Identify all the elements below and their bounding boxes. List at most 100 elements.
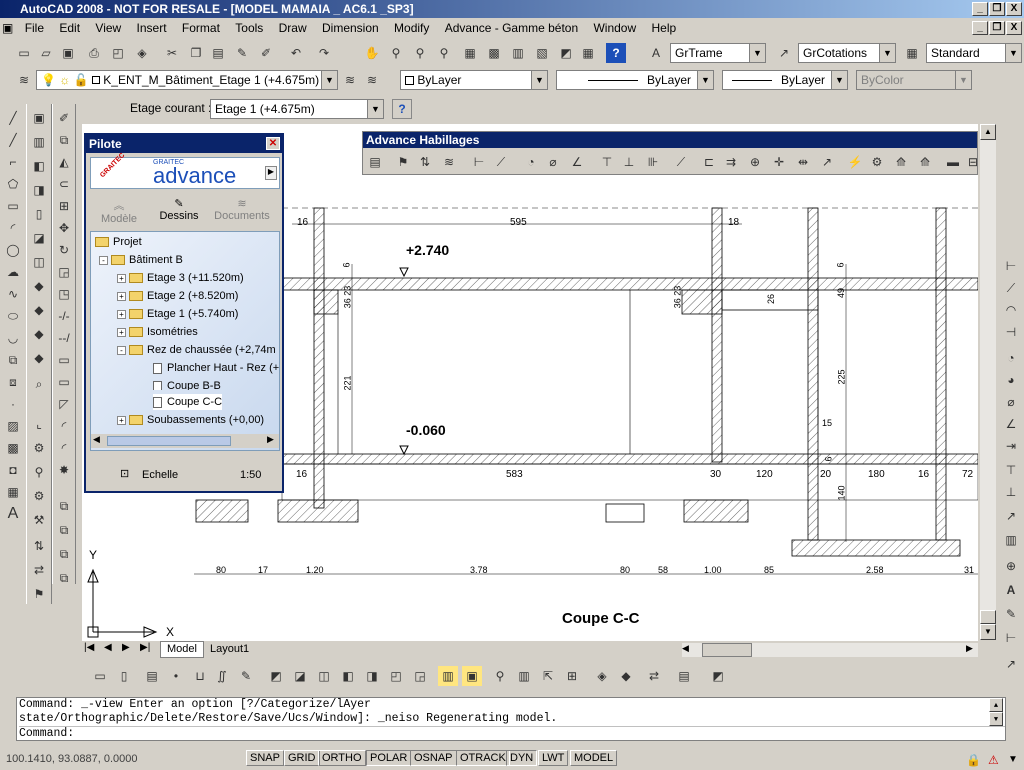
grid-tool-icon[interactable]: ▣ xyxy=(462,666,482,686)
habillage-tool-icon[interactable]: ⚑ xyxy=(393,152,413,172)
view-tool-icon[interactable]: ◫ xyxy=(314,666,334,686)
copy-object-icon[interactable]: ⧉ xyxy=(54,130,74,150)
habillage-tool-icon[interactable]: ⊏ xyxy=(699,152,719,172)
fillet-icon[interactable]: ◜ xyxy=(54,416,74,436)
publish-icon[interactable]: ◈ xyxy=(132,43,152,63)
habillage-tool-icon[interactable]: ◔ xyxy=(521,152,541,172)
advance-slab-icon[interactable]: ◧ xyxy=(29,156,49,176)
move-icon[interactable]: ✥ xyxy=(54,218,74,238)
view-tool-icon[interactable]: ◰ xyxy=(386,666,406,686)
point-icon[interactable]: · xyxy=(3,394,23,414)
binoculars-icon[interactable]: ⌕ xyxy=(29,374,49,394)
view-tool-icon[interactable]: ◩ xyxy=(266,666,286,686)
join-icon[interactable]: ▭ xyxy=(54,372,74,392)
text-style-select[interactable]: GrTrame ▼ xyxy=(670,43,766,63)
view-tool-icon[interactable]: ◨ xyxy=(362,666,382,686)
cut-icon[interactable]: ✂ xyxy=(162,43,182,63)
trim-icon[interactable]: -/- xyxy=(54,306,74,326)
tool-icon[interactable]: ◩ xyxy=(708,666,728,686)
baseline-icon[interactable]: ⊤ xyxy=(1001,460,1021,480)
table-style-select[interactable]: Standard ▼ xyxy=(926,43,1022,63)
canvas-horizontal-scrollbar[interactable]: ◀ ▶ xyxy=(682,643,978,657)
insert-block-icon[interactable]: ⧉ xyxy=(3,350,23,370)
tree-item[interactable]: Plancher Haut - Rez (+ xyxy=(153,360,279,376)
tree-item[interactable]: Coupe B-B xyxy=(153,378,221,390)
undo-icon[interactable]: ↶ xyxy=(286,43,306,63)
habillage-tool-icon[interactable]: ⚙ xyxy=(867,152,887,172)
ellipse-icon[interactable]: ⬭ xyxy=(3,306,23,326)
toggle-dyn[interactable]: DYN xyxy=(506,750,538,766)
menu-window[interactable]: Window xyxy=(587,18,642,38)
habillage-tool-icon[interactable]: ↗ xyxy=(817,152,837,172)
scroll-left-icon[interactable]: ◀ xyxy=(93,434,100,445)
tool-icon[interactable]: ⊞ xyxy=(562,666,582,686)
gradient-icon[interactable]: ▩ xyxy=(3,438,23,458)
command-window[interactable]: Command: _-view Enter an option [?/Categ… xyxy=(16,697,1006,741)
habillage-tool-icon[interactable]: ≋ xyxy=(439,152,459,172)
grid-tool-icon[interactable]: ▥ xyxy=(438,666,458,686)
habillage-tool-icon[interactable]: ⊤ xyxy=(597,152,617,172)
tool-icon[interactable]: ◈ xyxy=(592,666,612,686)
tree-item[interactable]: + Soubassements (+0,00) xyxy=(117,412,264,428)
command-input[interactable]: Command: xyxy=(19,726,1005,741)
linetype-select[interactable]: ByLayer ▼ xyxy=(556,70,714,90)
pan-icon[interactable]: ✋ xyxy=(362,43,382,63)
paste-icon[interactable]: ▤ xyxy=(208,43,228,63)
circle-icon[interactable]: ◯ xyxy=(3,240,23,260)
habillage-tool-icon[interactable]: ⇅ xyxy=(415,152,435,172)
tool-icon[interactable]: ⇄ xyxy=(644,666,664,686)
search-icon[interactable]: ⚲ xyxy=(29,462,49,482)
chamfer-icon[interactable]: ◸ xyxy=(54,394,74,414)
bring-front-icon[interactable]: ⧉ xyxy=(54,520,74,540)
rectangle-icon[interactable]: ▭ xyxy=(3,196,23,216)
jogged-icon[interactable]: ◕ xyxy=(1001,370,1021,390)
zoom-realtime-icon[interactable]: ⚲ xyxy=(386,43,406,63)
tab-dessins[interactable]: ✎ Dessins xyxy=(154,197,204,222)
tool-icon[interactable]: ⇱ xyxy=(538,666,558,686)
arc-length-icon[interactable]: ◠ xyxy=(1001,300,1021,320)
beam-tool-icon[interactable]: ∬ xyxy=(212,666,232,686)
tab-modele[interactable]: ︽ Modèle xyxy=(96,197,142,225)
habillage-tool-icon[interactable]: ⊢ xyxy=(469,152,489,172)
habillage-tool-icon[interactable]: ⟰ xyxy=(891,152,911,172)
close-icon[interactable]: ✕ xyxy=(266,137,280,150)
restore-button[interactable]: ❐ xyxy=(989,2,1005,16)
habillage-tool-icon[interactable]: ⊟ xyxy=(963,152,983,172)
pin-icon[interactable]: ⚑ xyxy=(29,584,49,604)
habillage-tool-icon[interactable]: ⚡ xyxy=(845,152,865,172)
array-icon[interactable]: ⊞ xyxy=(54,196,74,216)
advance-shape2-icon[interactable]: ◆ xyxy=(29,300,49,320)
spline-icon[interactable]: ∿ xyxy=(3,284,23,304)
linear-dim-icon[interactable]: ⊢ xyxy=(1001,256,1021,276)
lock-icon[interactable]: 🔒 xyxy=(966,750,981,770)
menu-file[interactable]: File xyxy=(19,18,50,38)
habillage-tool-icon[interactable]: ▬ xyxy=(943,152,963,172)
match-properties-icon[interactable]: ✎ xyxy=(232,43,252,63)
tree-item[interactable]: + Isométries xyxy=(117,324,198,340)
habillage-tool-icon[interactable]: ⟰ xyxy=(915,152,935,172)
edit-tool-icon[interactable]: ✎ xyxy=(236,666,256,686)
rotate-icon[interactable]: ↻ xyxy=(54,240,74,260)
level-icon[interactable]: ⇅ xyxy=(29,536,49,556)
toggle-ortho[interactable]: ORTHO xyxy=(318,750,366,766)
habillage-tool-icon[interactable]: ⟋ xyxy=(491,152,511,172)
habillage-tool-icon[interactable]: ⊕ xyxy=(745,152,765,172)
menu-advance[interactable]: Advance - Gamme béton xyxy=(439,18,584,38)
close-button[interactable]: X xyxy=(1006,2,1022,16)
canvas-vertical-scrollbar[interactable]: ▲ ▼ xyxy=(980,124,996,640)
habillage-tool-icon[interactable]: ⇹ xyxy=(793,152,813,172)
dim-style-select[interactable]: GrCotations ▼ xyxy=(798,43,896,63)
revcloud-icon[interactable]: ☁ xyxy=(3,262,23,282)
app-menu-icon[interactable]: ▣ xyxy=(0,18,15,38)
tree-item[interactable]: + Etage 2 (+8.520m) xyxy=(117,288,238,304)
expand-icon[interactable]: + xyxy=(117,415,126,425)
dim-edit-icon[interactable]: ✎ xyxy=(1001,604,1021,624)
layer-group-icon[interactable]: ▤ xyxy=(142,666,162,686)
echelle-value[interactable]: 1:50 xyxy=(240,469,261,481)
leader-icon[interactable]: ↗ xyxy=(1001,506,1021,526)
prev-tab-icon[interactable]: ◀ xyxy=(104,642,112,653)
aligned-dim-icon[interactable]: ⟋ xyxy=(1001,278,1021,298)
habillage-tool-icon[interactable]: ✛ xyxy=(769,152,789,172)
advance-shape3-icon[interactable]: ◆ xyxy=(29,324,49,344)
hatch-icon[interactable]: ▨ xyxy=(3,416,23,436)
